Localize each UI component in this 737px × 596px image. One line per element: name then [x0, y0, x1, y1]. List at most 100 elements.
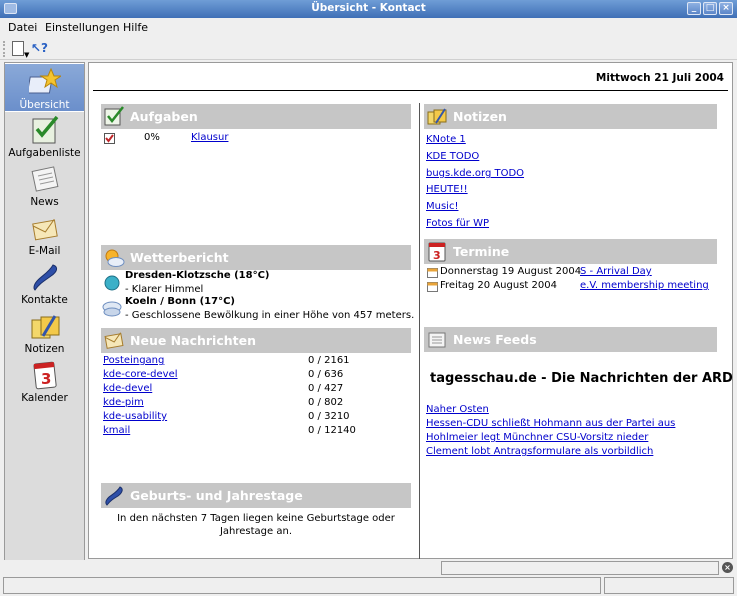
- note-link[interactable]: KNote 1: [426, 134, 466, 145]
- notes-icon: [31, 315, 60, 339]
- news-item-link[interactable]: Clement lobt Antragsformulare als vorbil…: [426, 446, 653, 457]
- sidebar-item-label: Kalender: [21, 392, 68, 404]
- note-link[interactable]: Fotos für WP: [426, 218, 489, 229]
- toolbar: ▼ ↖?: [0, 38, 737, 60]
- maximize-button[interactable]: □: [703, 2, 717, 15]
- mail-folder-link[interactable]: kmail: [103, 425, 130, 436]
- sidebar-item-news[interactable]: News: [5, 161, 84, 210]
- status-info: [604, 577, 734, 594]
- contacts-icon: [105, 486, 123, 506]
- menu-bar: Datei Einstellungen Hilfe: [0, 18, 737, 38]
- close-button[interactable]: ×: [719, 2, 733, 15]
- sidebar-item-label: E-Mail: [28, 245, 61, 257]
- mail-folder-count: 0 / 2161: [308, 355, 350, 366]
- news-icon: [31, 166, 59, 192]
- notes-title: Notizen: [453, 109, 507, 124]
- contacts-icon: [33, 264, 58, 291]
- news-item-link[interactable]: Hohlmeier legt Münchner CSU-Vorsitz nied…: [426, 432, 648, 443]
- appointment-icon: [427, 282, 438, 292]
- mail-folder-link[interactable]: kde-devel: [103, 383, 152, 394]
- note-link[interactable]: HEUTE!!: [426, 184, 468, 195]
- toolbar-handle[interactable]: [3, 41, 7, 57]
- sidebar-item-notizen[interactable]: Notizen: [5, 308, 84, 357]
- calendar-icon: 3: [428, 242, 446, 262]
- menu-datei[interactable]: Datei: [8, 21, 37, 34]
- cloudy-icon: [102, 301, 122, 317]
- sidebar-item-kalender[interactable]: 3 Kalender: [5, 357, 84, 406]
- sidebar-item-uebersicht[interactable]: Übersicht: [5, 63, 84, 112]
- status-message: [3, 577, 601, 594]
- calendar-icon: 3: [33, 361, 57, 390]
- sidebar-item-label: Kontakte: [21, 294, 68, 306]
- weather-station-desc: - Klarer Himmel: [125, 284, 204, 295]
- tasks-header: Aufgaben: [101, 104, 411, 129]
- tasks-title: Aufgaben: [130, 109, 198, 124]
- task-percent: 0%: [144, 132, 160, 143]
- window-title: Übersicht - Kontact: [311, 2, 426, 14]
- summary-date: Mittwoch 21 Juli 2004: [595, 72, 724, 84]
- sidebar: Übersicht Aufgabenliste News E-Mail Kont…: [4, 62, 85, 575]
- mail-folder-link[interactable]: Posteingang: [103, 355, 164, 366]
- task-checkbox-icon[interactable]: [104, 133, 115, 144]
- news-item-link[interactable]: Naher Osten: [426, 404, 489, 415]
- newsfeeds-header: News Feeds: [424, 327, 717, 352]
- mail-folder-count: 0 / 12140: [308, 425, 356, 436]
- minimize-button[interactable]: _: [687, 2, 701, 15]
- appointments-header: 3 Termine: [424, 239, 717, 264]
- weather-station-name: Dresden-Klotzsche (18°C): [125, 270, 270, 281]
- close-panel-icon[interactable]: ×: [722, 562, 733, 573]
- title-bar: Übersicht - Kontact _ □ ×: [0, 0, 737, 18]
- sidebar-item-kontakte[interactable]: Kontakte: [5, 259, 84, 308]
- mail-folder-count: 0 / 636: [308, 369, 344, 380]
- mail-folder-link[interactable]: kde-core-devel: [103, 369, 178, 380]
- sidebar-item-aufgabenliste[interactable]: Aufgabenliste: [5, 112, 84, 161]
- appointments-title: Termine: [453, 244, 510, 259]
- task-link[interactable]: Klausur: [191, 132, 228, 143]
- svg-text:3: 3: [433, 249, 441, 262]
- weather-header: Wetterbericht: [101, 245, 411, 270]
- appointment-date: Donnerstag 19 August 2004: [440, 266, 582, 277]
- mail-folder-link[interactable]: kde-usability: [103, 411, 167, 422]
- birthdays-title: Geburts- und Jahrestage: [130, 488, 303, 503]
- sidebar-item-email[interactable]: E-Mail: [5, 210, 84, 259]
- newsfeeds-title: News Feeds: [453, 332, 537, 347]
- whats-this-help-icon[interactable]: ↖?: [31, 41, 48, 57]
- appointment-link[interactable]: S - Arrival Day: [580, 266, 652, 277]
- news-icon: [428, 332, 446, 348]
- sidebar-item-label: Aufgabenliste: [8, 147, 81, 159]
- sidebar-item-label: Übersicht: [19, 99, 70, 111]
- clear-sky-icon: [104, 275, 120, 291]
- menu-hilfe[interactable]: Hilfe: [123, 21, 148, 34]
- news-item-link[interactable]: Hessen-CDU schließt Hohmann aus der Part…: [426, 418, 675, 429]
- todo-icon: [104, 106, 124, 126]
- weather-title: Wetterbericht: [130, 250, 229, 265]
- birthdays-message: In den nächsten 7 Tagen liegen keine Geb…: [117, 513, 395, 524]
- todo-icon: [32, 115, 59, 144]
- sidebar-item-label: News: [30, 196, 59, 208]
- notes-icon: [427, 108, 447, 125]
- new-document-icon[interactable]: [12, 41, 24, 56]
- appointment-link[interactable]: e.V. membership meeting: [580, 280, 709, 291]
- mail-folder-count: 0 / 427: [308, 383, 344, 394]
- svg-text:3: 3: [41, 370, 51, 388]
- note-link[interactable]: KDE TODO: [426, 151, 479, 162]
- birthdays-message: Jahrestage an.: [219, 526, 293, 537]
- menu-einstellungen[interactable]: Einstellungen: [45, 21, 120, 34]
- appointment-icon: [427, 268, 438, 278]
- mail-folder-count: 0 / 802: [308, 397, 344, 408]
- birthdays-header: Geburts- und Jahrestage: [101, 483, 411, 508]
- mail-header: Neue Nachrichten: [101, 328, 411, 353]
- summary-icon: [29, 67, 61, 94]
- chevron-down-icon[interactable]: ▼: [24, 51, 29, 59]
- mail-title: Neue Nachrichten: [130, 333, 256, 348]
- progress-panel: [441, 561, 719, 575]
- appointment-date: Freitag 20 August 2004: [440, 280, 557, 291]
- feed-title: tagesschau.de - Die Nachrichten der ARD: [430, 371, 733, 386]
- mail-folder-link[interactable]: kde-pim: [103, 397, 144, 408]
- mail-icon: [32, 218, 58, 241]
- summary-view: Mittwoch 21 Juli 2004 Aufgaben 0% Klausu…: [88, 62, 733, 559]
- weather-station-name: Koeln / Bonn (17°C): [125, 296, 235, 307]
- note-link[interactable]: Music!: [426, 201, 458, 212]
- note-link[interactable]: bugs.kde.org TODO: [426, 168, 524, 179]
- column-divider: [419, 103, 420, 559]
